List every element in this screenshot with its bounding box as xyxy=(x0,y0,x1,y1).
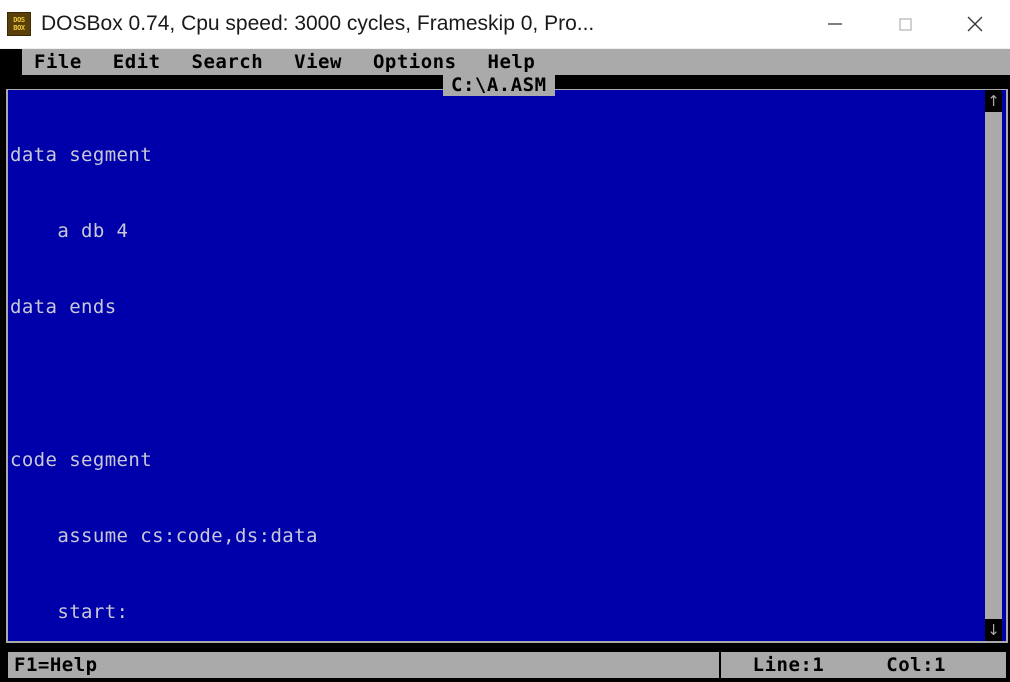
close-button[interactable] xyxy=(940,0,1010,49)
maximize-button[interactable] xyxy=(870,0,940,49)
menu-item-view[interactable]: View xyxy=(294,49,342,75)
window-title: DOSBox 0.74, Cpu speed: 3000 cycles, Fra… xyxy=(41,12,595,35)
window-controls xyxy=(800,0,1010,49)
scrollbar-track[interactable] xyxy=(985,112,1002,619)
code-editor-text[interactable]: data segment a db 4 data ends code segme… xyxy=(10,92,978,639)
status-help-hint[interactable]: F1=Help xyxy=(8,654,98,676)
dosbox-icon-line1: DOS xyxy=(13,16,25,24)
scroll-up-arrow-icon[interactable]: ↑ xyxy=(985,90,1002,112)
status-line-number: Line:1 xyxy=(752,654,825,676)
code-line: a db 4 xyxy=(10,220,129,243)
code-line: data segment xyxy=(10,143,153,166)
maximize-icon xyxy=(899,18,912,31)
code-line: assume cs:code,ds:data xyxy=(10,524,318,547)
statusbar: F1=Help Line:1 Col:1 xyxy=(8,652,1006,678)
menu-item-options[interactable]: Options xyxy=(373,49,457,75)
dosbox-icon-line2: BOX xyxy=(13,24,25,32)
code-line: data ends xyxy=(10,296,117,319)
file-tab[interactable]: C:\A.ASM xyxy=(443,75,555,96)
menu-item-search[interactable]: Search xyxy=(192,49,264,75)
status-column-number: Col:1 xyxy=(886,654,946,676)
menu-item-edit[interactable]: Edit xyxy=(113,49,161,75)
minimize-button[interactable] xyxy=(800,0,870,49)
vertical-scrollbar[interactable]: ↑ ↓ xyxy=(985,90,1002,641)
dos-screen: File Edit Search View Options Help C:\A.… xyxy=(0,49,1010,682)
scroll-down-arrow-icon[interactable]: ↓ xyxy=(985,619,1002,641)
close-icon xyxy=(967,16,983,32)
menu-item-file[interactable]: File xyxy=(34,49,82,75)
code-line: code segment xyxy=(10,448,153,471)
minimize-icon xyxy=(828,23,842,25)
dosbox-icon: DOS BOX xyxy=(7,12,31,36)
dosbox-window: DOS BOX DOSBox 0.74, Cpu speed: 3000 cyc… xyxy=(0,0,1010,682)
code-line: start: xyxy=(10,601,129,624)
menu-item-help[interactable]: Help xyxy=(488,49,536,75)
dos-menubar: File Edit Search View Options Help xyxy=(22,49,1010,75)
window-titlebar: DOS BOX DOSBox 0.74, Cpu speed: 3000 cyc… xyxy=(0,0,1010,49)
editor-window: C:\A.ASM data segment a db 4 data ends c… xyxy=(0,75,1010,652)
